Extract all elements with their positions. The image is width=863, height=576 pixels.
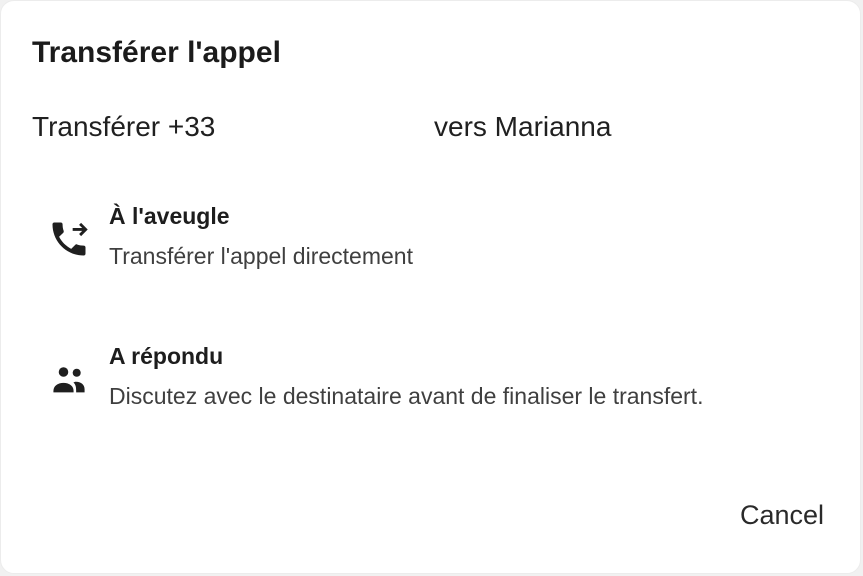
blind-transfer-description: Transférer l'appel directement <box>109 243 413 269</box>
people-icon <box>47 357 91 401</box>
attended-transfer-description: Discutez avec le destinataire avant de f… <box>109 383 704 409</box>
transfer-number-text: Transférer +33 <box>32 111 216 142</box>
transfer-target-text: vers Marianna <box>434 111 612 142</box>
transfer-call-dialog: Transférer l'appel Transférer +33 vers M… <box>0 0 861 574</box>
cancel-button[interactable]: Cancel <box>730 491 834 539</box>
phone-forward-icon <box>47 217 91 261</box>
dialog-title: Transférer l'appel <box>32 36 281 69</box>
blind-transfer-option[interactable]: À l'aveugle Transférer l'appel directeme… <box>21 191 851 287</box>
blind-transfer-title: À l'aveugle <box>109 203 230 229</box>
attended-transfer-title: A répondu <box>109 343 224 369</box>
attended-transfer-option[interactable]: A répondu Discutez avec le destinataire … <box>21 331 851 427</box>
